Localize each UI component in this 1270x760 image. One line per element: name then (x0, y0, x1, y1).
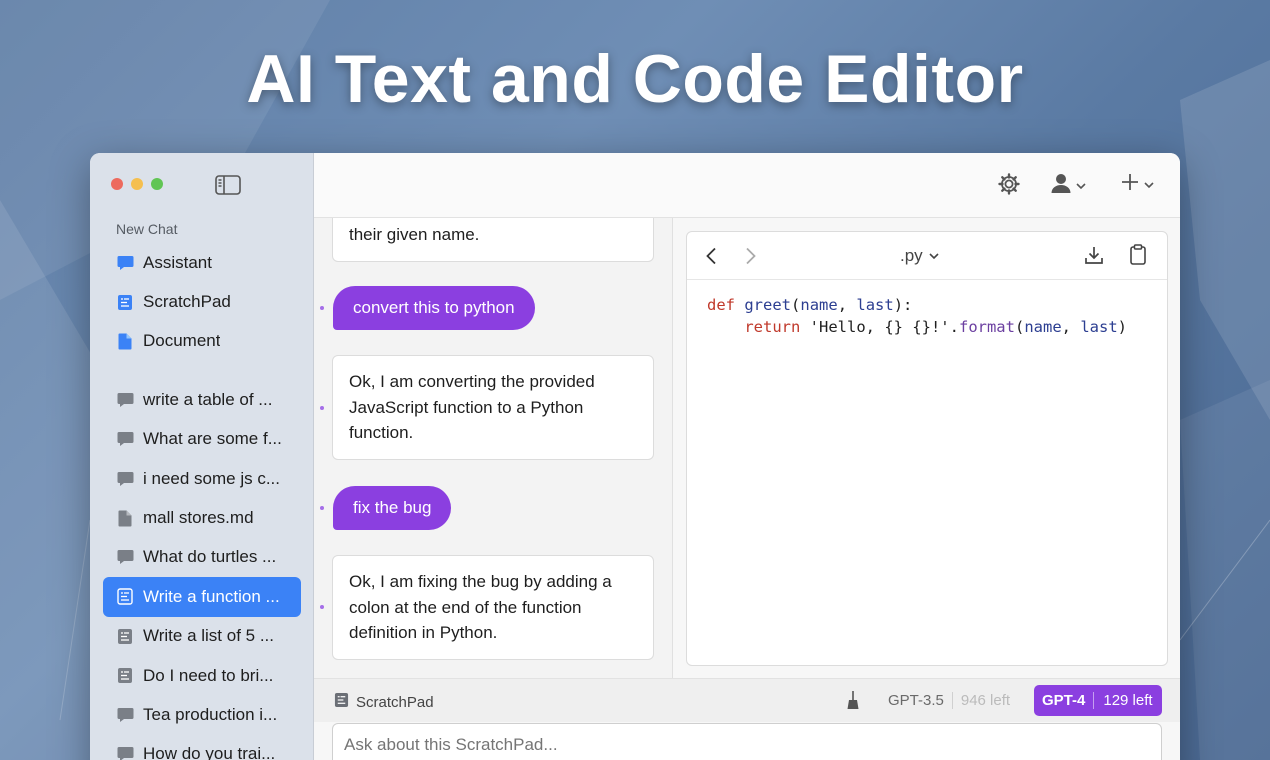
assistant-message: their given name. (332, 218, 654, 262)
app-window: New Chat Assistant ScratchPad Document w… (90, 153, 1180, 760)
message-marker (320, 605, 324, 609)
chat-input[interactable] (332, 723, 1162, 760)
user-message: fix the bug (333, 486, 452, 530)
history-item[interactable]: Tea production i... (103, 695, 301, 734)
history-item[interactable]: What do turtles ... (103, 538, 301, 577)
chat-bubble-icon (116, 745, 134, 760)
history-item[interactable]: i need some js c... (103, 459, 301, 498)
scratchpad-icon (116, 588, 134, 606)
user-message: convert this to python (333, 286, 535, 330)
assistant-message: Ok, I am fixing the bug by adding a colo… (332, 555, 654, 660)
sidebar-nav: Assistant ScratchPad Document write a ta… (103, 243, 301, 760)
document-icon (116, 509, 134, 527)
history-item[interactable]: write a table of ... (103, 380, 301, 419)
account-menu-button[interactable] (1050, 172, 1086, 199)
gear-icon (997, 172, 1021, 201)
chat-bubble-icon (116, 548, 134, 566)
chat-bubble-icon (116, 430, 134, 448)
scratchpad-icon (116, 627, 134, 645)
back-arrow-icon[interactable] (705, 247, 717, 270)
history-item[interactable]: Do I need to bri... (103, 656, 301, 695)
sidebar-item-scratchpad[interactable]: ScratchPad (103, 282, 301, 321)
scratchpad-icon (116, 667, 134, 685)
sidebar-item-document[interactable]: Document (103, 322, 301, 361)
history-item-active[interactable]: Write a function ... (103, 577, 301, 617)
sidebar-toggle-icon[interactable] (215, 175, 241, 200)
chat-bubble-icon (116, 470, 134, 488)
mode-indicator: ScratchPad (334, 692, 434, 713)
toolbar (314, 153, 1180, 218)
minimize-window-button[interactable] (131, 178, 143, 190)
message-marker (320, 406, 324, 410)
chevron-down-icon (1144, 176, 1154, 194)
zoom-window-button[interactable] (151, 178, 163, 190)
chat-bubble-icon (116, 254, 134, 272)
code-editor-header: .py (687, 232, 1167, 280)
status-bar: ScratchPad GPT-3.5 946 left GPT-4 129 le… (314, 678, 1180, 722)
assistant-message: Ok, I am converting the provided JavaScr… (332, 355, 654, 460)
broom-icon[interactable] (846, 690, 860, 715)
gpt4-quota-badge[interactable]: GPT-4 129 left (1034, 685, 1162, 716)
chat-bubble-icon (116, 706, 134, 724)
plus-icon (1120, 172, 1140, 197)
document-icon (116, 332, 134, 350)
download-icon[interactable] (1084, 245, 1104, 270)
gpt35-quota[interactable]: GPT-3.5 946 left (888, 692, 1010, 709)
chevron-down-icon (1076, 177, 1086, 195)
code-editor[interactable]: .py def greet(name, last): return 'Hello… (686, 231, 1168, 666)
language-select[interactable]: .py (900, 246, 939, 266)
window-controls (111, 178, 163, 190)
sidebar: New Chat Assistant ScratchPad Document w… (90, 153, 314, 760)
chat-bubble-icon (116, 391, 134, 409)
scratchpad-icon (116, 293, 134, 311)
chevron-down-icon (929, 247, 939, 265)
sidebar-item-assistant[interactable]: Assistant (103, 243, 301, 282)
history-item[interactable]: mall stores.md (103, 498, 301, 537)
message-marker (320, 506, 324, 510)
code-content[interactable]: def greet(name, last): return 'Hello, {}… (687, 280, 1167, 352)
scratchpad-icon (334, 692, 349, 713)
user-icon (1050, 172, 1072, 199)
close-window-button[interactable] (111, 178, 123, 190)
main-area: their given name. convert this to python… (314, 153, 1180, 760)
hero-title: AI Text and Code Editor (246, 41, 1024, 117)
chat-pane: their given name. convert this to python… (314, 218, 673, 678)
history-item[interactable]: What are some f... (103, 420, 301, 459)
clipboard-icon[interactable] (1130, 244, 1146, 270)
history-item[interactable]: How do you trai... (103, 735, 301, 760)
new-chat-label: New Chat (116, 221, 178, 237)
message-marker (320, 306, 324, 310)
history-item[interactable]: Write a list of 5 ... (103, 617, 301, 656)
settings-button[interactable] (997, 172, 1021, 201)
forward-arrow-icon[interactable] (745, 247, 757, 270)
new-item-menu-button[interactable] (1120, 172, 1154, 197)
